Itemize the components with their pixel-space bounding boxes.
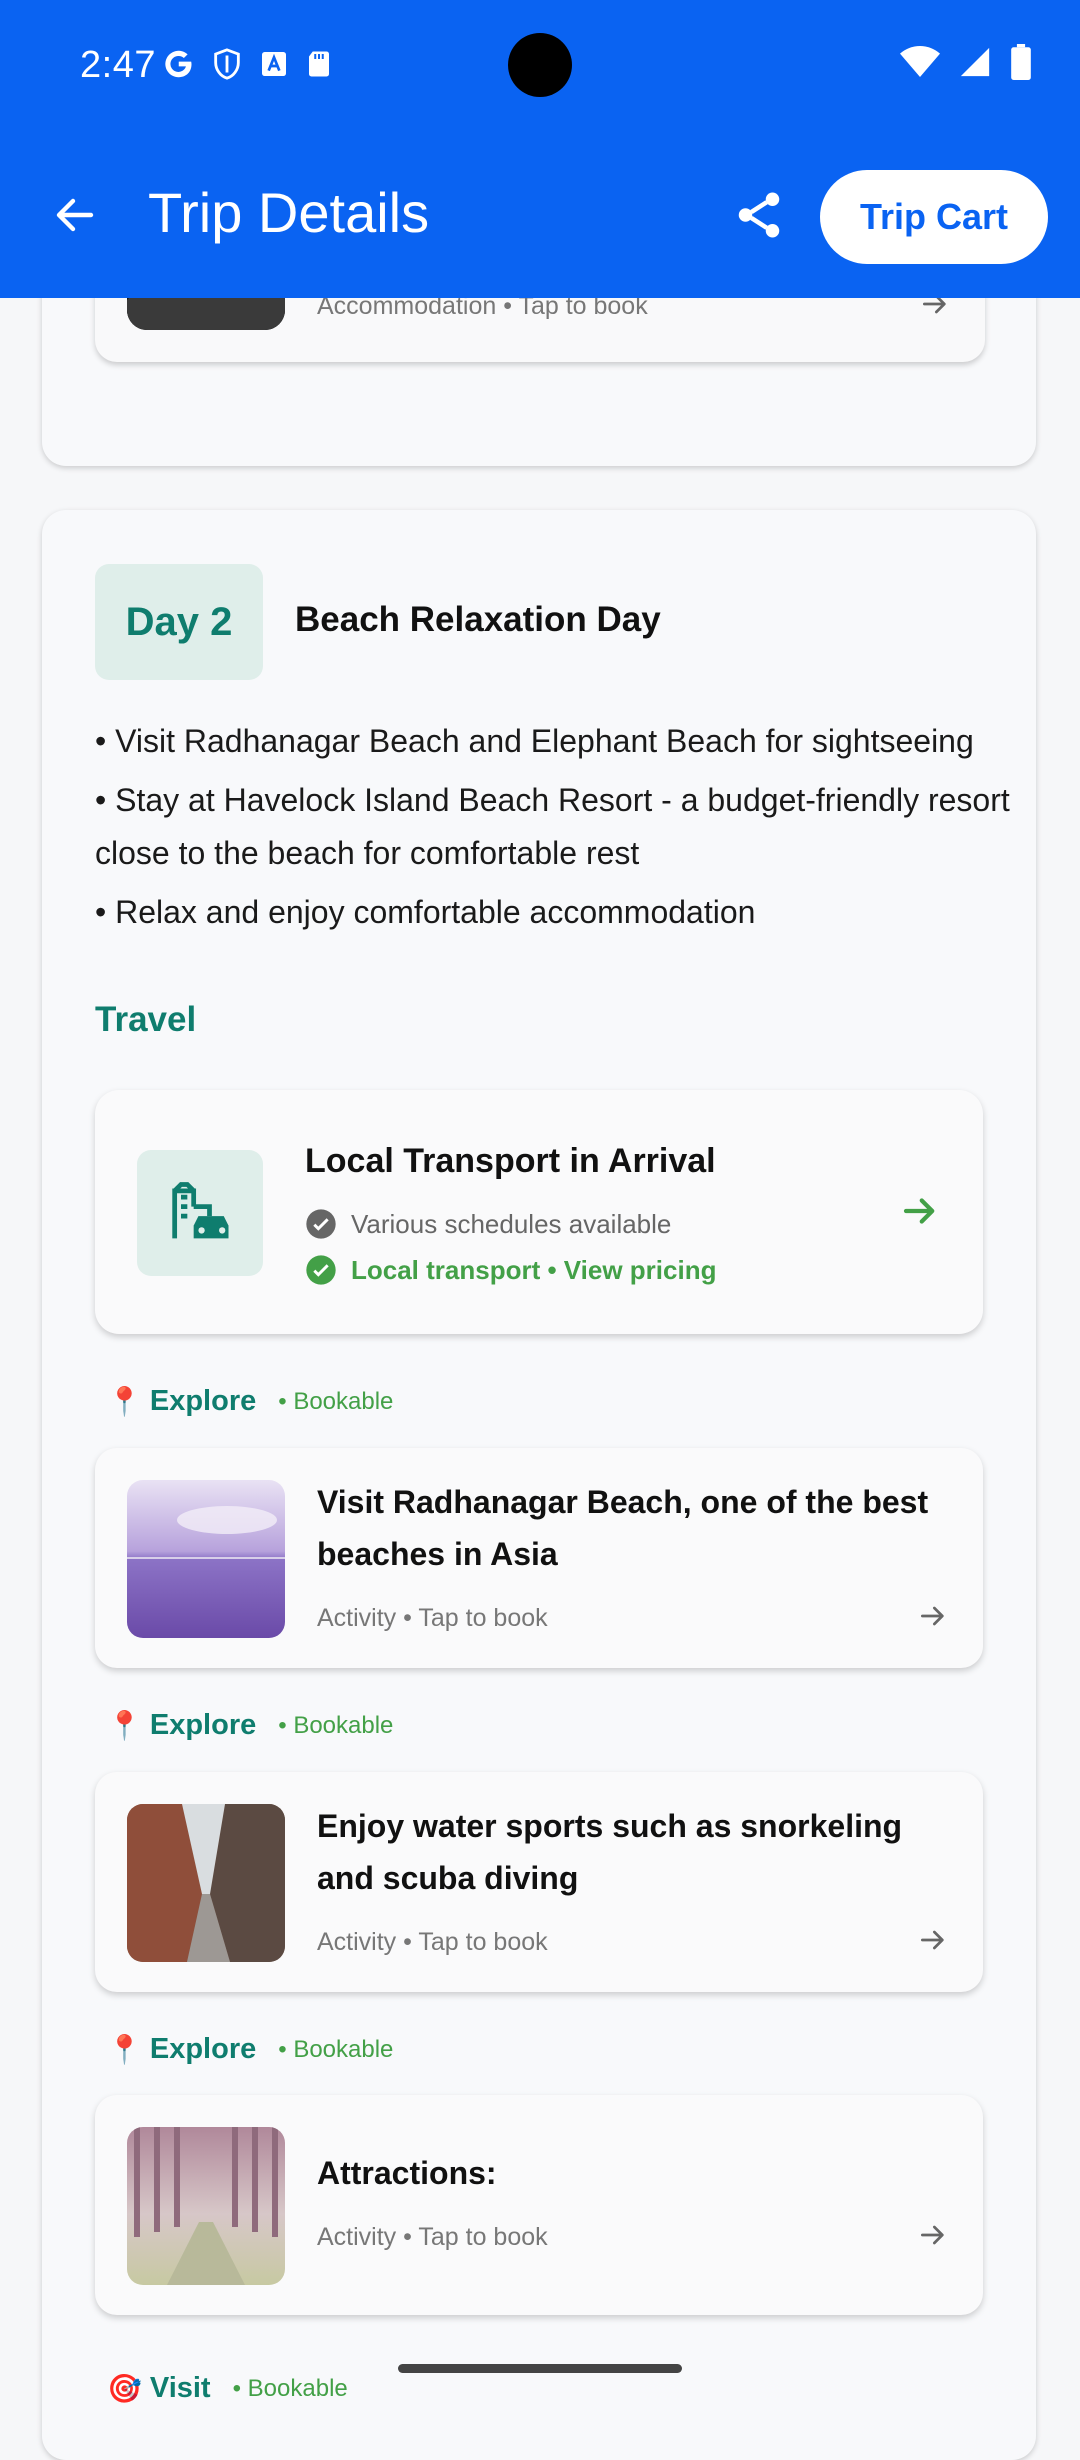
check-circle-icon — [306, 1209, 336, 1239]
section-label: Explore — [149, 1385, 257, 1417]
activity-card[interactable]: Enjoy water sports such as snorkeling an… — [95, 1772, 983, 1992]
shield-icon — [214, 48, 240, 80]
back-button[interactable] — [42, 182, 108, 248]
arrow-right-icon — [917, 2219, 949, 2256]
status-bar: 2:47 — [0, 0, 1080, 130]
section-label: Explore — [149, 1709, 257, 1741]
visit-header: 🎯 Visit • Bookable — [107, 2372, 348, 2405]
bookable-tag: • Bookable — [278, 2035, 394, 2063]
activity-subtitle: Activity • Tap to book — [317, 2223, 548, 2251]
map-pin-icon: 📍 — [107, 1386, 142, 1417]
travel-heading: Travel — [95, 1000, 197, 1039]
font-app-icon — [262, 52, 286, 76]
activity-thumbnail-forest — [127, 2127, 285, 2285]
section-label: Explore — [149, 2033, 257, 2065]
activity-title: Visit Radhanagar Beach, one of the best … — [317, 1484, 929, 1572]
day-badge: Day 2 — [95, 564, 263, 680]
sd-card-icon — [309, 51, 329, 77]
day-title: Beach Relaxation Day — [295, 600, 661, 639]
transport-title: Local Transport in Arrival — [305, 1142, 716, 1180]
activity-title: Enjoy water sports such as snorkeling an… — [317, 1808, 903, 1896]
arrow-right-icon — [899, 1190, 941, 1237]
target-icon: 🎯 — [107, 2373, 142, 2404]
share-icon — [738, 192, 780, 238]
bullet-item: • Visit Radhanagar Beach and Elephant Be… — [95, 723, 974, 759]
bullet-item: • Relax and enjoy comfortable accommodat… — [95, 894, 756, 930]
wifi-icon — [900, 46, 940, 77]
google-icon — [165, 50, 192, 78]
arrow-back-icon — [56, 198, 94, 232]
activity-card[interactable]: Attractions: Activity • Tap to book — [95, 2095, 983, 2315]
activity-subtitle: Activity • Tap to book — [317, 1604, 548, 1632]
check-circle-icon — [306, 1255, 336, 1285]
toolbar: Trip Details Trip Cart — [0, 160, 1080, 270]
day2-card: Day 2 Beach Relaxation Day • Visit Radha… — [42, 510, 1036, 2460]
activity-thumbnail-beach — [127, 1480, 285, 1638]
map-pin-icon: 📍 — [107, 1710, 142, 1741]
gesture-home-bar[interactable] — [398, 2364, 682, 2373]
trip-cart-button[interactable]: Trip Cart — [820, 170, 1048, 264]
map-pin-icon: 📍 — [107, 2034, 142, 2065]
activity-card[interactable]: Visit Radhanagar Beach, one of the best … — [95, 1448, 983, 1668]
bullet-item: • Stay at Havelock Island Beach Resort -… — [95, 782, 1010, 871]
transport-schedule: Various schedules available — [351, 1208, 672, 1239]
transport-city-car-icon — [137, 1150, 263, 1276]
arrow-right-icon — [917, 1924, 949, 1961]
app-bar: 2:47 Trip Details Trip Cart — [0, 0, 1080, 298]
battery-icon — [1011, 44, 1031, 80]
explore-header: 📍 Explore • Bookable — [107, 1709, 393, 1742]
bookable-tag: • Bookable — [232, 2374, 348, 2402]
explore-header: 📍 Explore • Bookable — [107, 1385, 393, 1418]
transport-card[interactable]: Local Transport in Arrival Various sched… — [95, 1090, 983, 1334]
activity-subtitle: Activity • Tap to book — [317, 1928, 548, 1956]
transport-pricing-link[interactable]: Local transport • View pricing — [351, 1255, 716, 1286]
arrow-right-icon — [917, 1600, 949, 1637]
section-label: Visit — [149, 2372, 211, 2404]
day-description: • Visit Radhanagar Beach and Elephant Be… — [95, 715, 1015, 945]
activity-title: Attractions: — [317, 2155, 497, 2191]
bookable-tag: • Bookable — [278, 1711, 394, 1739]
status-time: 2:47 — [80, 44, 156, 86]
activity-thumbnail-alley — [127, 1804, 285, 1962]
page-title: Trip Details — [148, 181, 430, 244]
share-button[interactable] — [726, 182, 792, 248]
bookable-tag: • Bookable — [278, 1387, 394, 1415]
signal-icon — [960, 47, 990, 77]
camera-cutout — [508, 33, 572, 97]
explore-header: 📍 Explore • Bookable — [107, 2033, 393, 2066]
